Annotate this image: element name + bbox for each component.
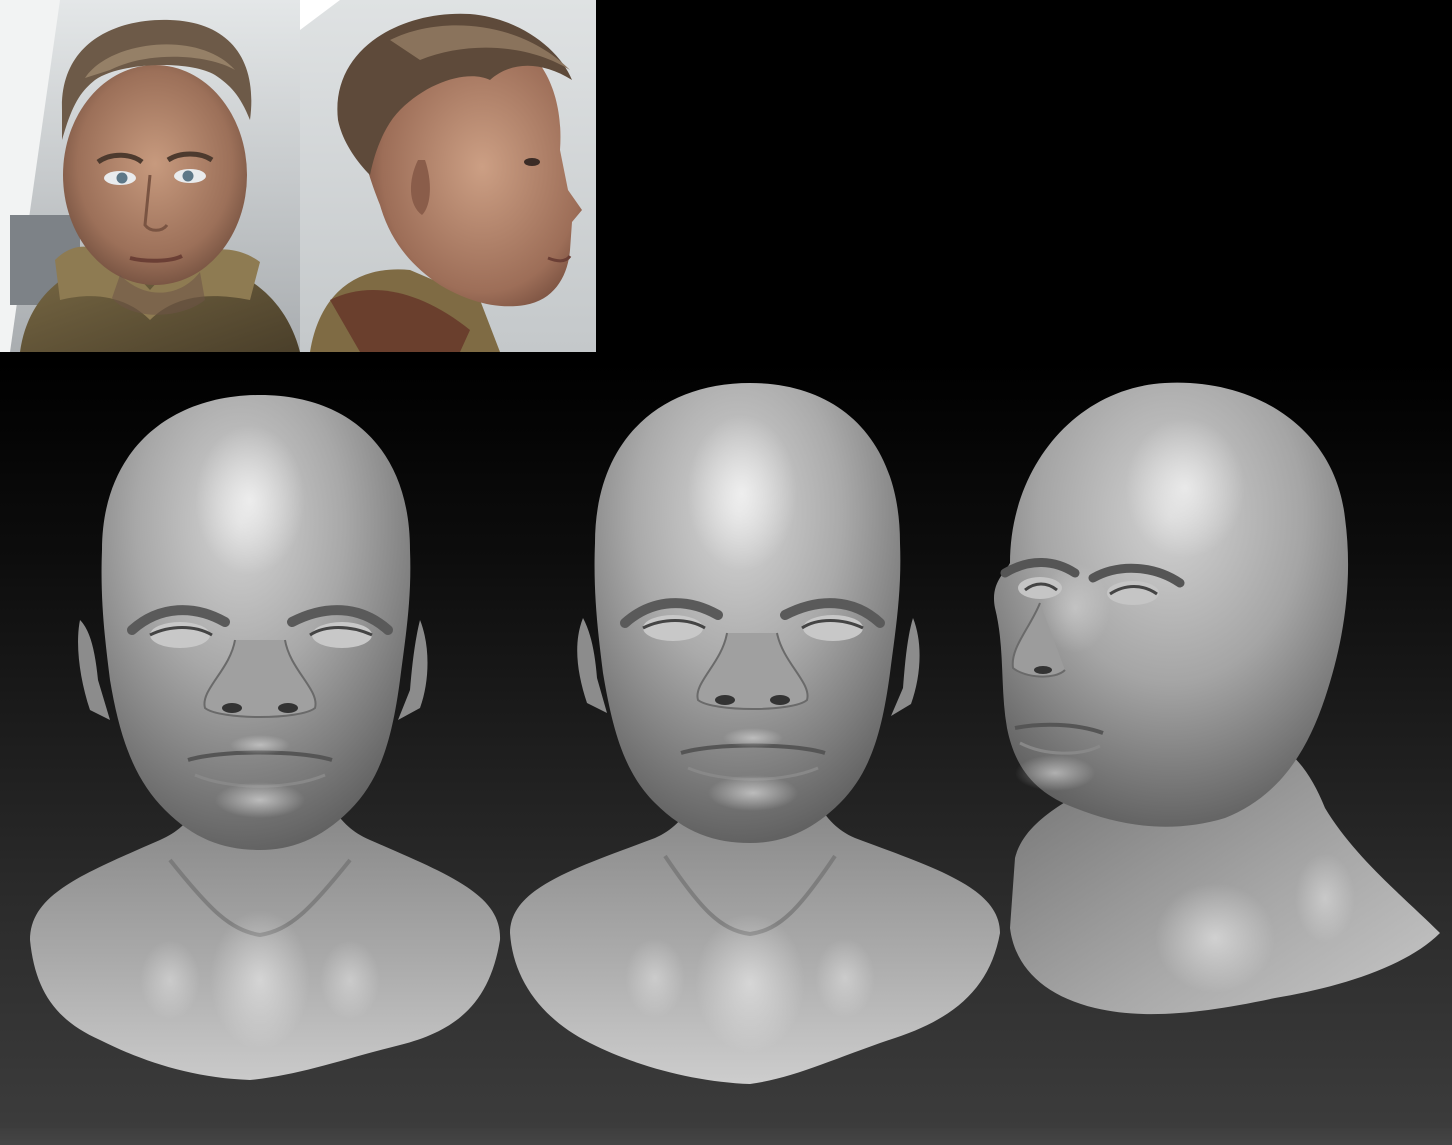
front-view-sculpt [20,390,510,1080]
three-quarter-view-sculpt [985,378,1445,1020]
viewport-bottom-edge [0,1128,1452,1145]
profile-reference-photo [300,0,596,352]
front-view-sculpt-alt [505,378,1005,1084]
viewport-canvas [0,0,1452,1145]
front-reference-photo [0,0,300,352]
